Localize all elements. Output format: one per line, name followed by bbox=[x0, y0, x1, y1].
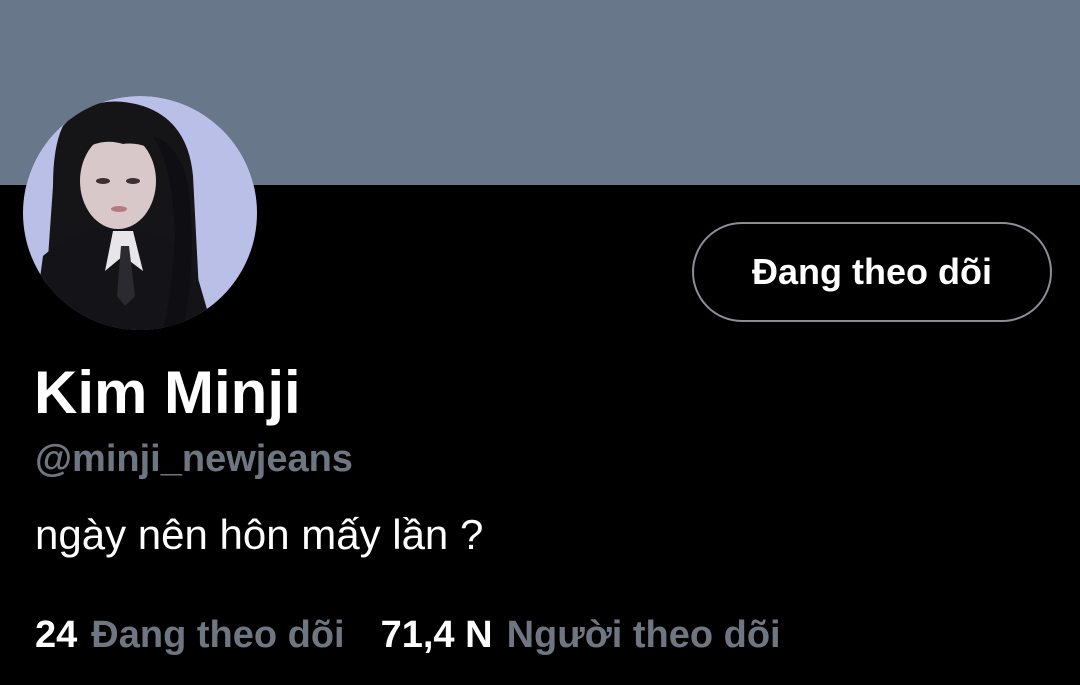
profile-bio: ngày nên hôn mấy lần ? bbox=[35, 511, 484, 558]
display-name: Kim Minji bbox=[34, 359, 301, 426]
followers-label: Người theo dõi bbox=[506, 614, 781, 656]
avatar-photo-icon bbox=[23, 96, 257, 330]
followers-stat-link[interactable]: 71,4 N Người theo dõi bbox=[381, 610, 781, 660]
followers-count: 71,4 N bbox=[380, 614, 493, 656]
profile-stats: 24 Đang theo dõi 71,4 N Người theo dõi bbox=[35, 610, 781, 660]
following-button-label: Đang theo dõi bbox=[752, 251, 992, 292]
following-label: Đang theo dõi bbox=[91, 614, 345, 656]
following-stat-link[interactable]: 24 Đang theo dõi bbox=[35, 610, 345, 660]
following-count: 24 bbox=[35, 614, 78, 656]
username-handle: @minji_newjeans bbox=[35, 438, 353, 480]
profile-page: Đang theo dõi Kim Minji @minji_newjeans … bbox=[0, 0, 1080, 685]
following-button[interactable]: Đang theo dõi bbox=[692, 222, 1052, 322]
profile-avatar[interactable] bbox=[23, 96, 257, 330]
